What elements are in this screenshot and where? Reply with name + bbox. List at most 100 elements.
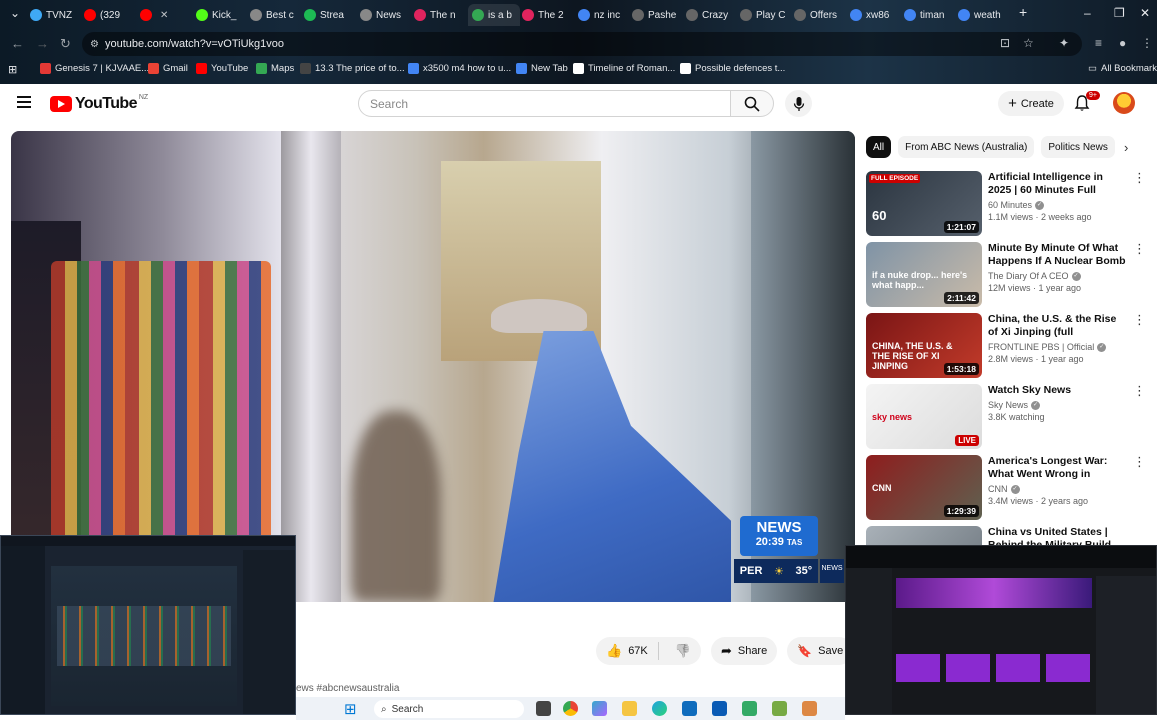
bookmark-star-icon[interactable]: ☆	[1023, 36, 1034, 50]
tab-search-icon[interactable]: ⌄	[10, 6, 20, 20]
browser-tab[interactable]: Strea	[304, 4, 356, 26]
browser-tab[interactable]: Play C	[740, 4, 792, 26]
bookmark-item[interactable]: Possible defences t...	[680, 63, 785, 74]
new-tab-button[interactable]: +	[1019, 4, 1027, 20]
copilot-icon[interactable]	[592, 701, 607, 716]
video-title[interactable]: Watch Sky News	[988, 384, 1128, 397]
url-field[interactable]: ⚙ youtube.com/watch?v=vOTiUkg1voo	[82, 32, 1082, 56]
video-hashtags[interactable]: ews #abcnewsaustralia	[296, 683, 399, 694]
more-options-icon[interactable]: ⋮	[1133, 384, 1146, 397]
filter-chip[interactable]: All	[866, 136, 892, 158]
reload-icon[interactable]: ↻	[60, 36, 71, 52]
bookmark-item[interactable]: Gmail	[148, 63, 188, 74]
profile-icon[interactable]: ●	[1119, 36, 1126, 50]
recommended-video[interactable]: sky news LIVE Watch Sky News Sky News ✓ 3.8K …	[866, 384, 1148, 450]
video-thumbnail[interactable]: CHINA, THE U.S. & THE RISE OF XI JINPING…	[866, 313, 982, 378]
bookmark-item[interactable]: Timeline of Roman...	[573, 63, 675, 74]
browser-tab[interactable]: nz inc	[578, 4, 630, 26]
voice-search-button[interactable]	[785, 90, 812, 117]
video-thumbnail[interactable]: sky news LIVE	[866, 384, 982, 449]
site-info-icon[interactable]: ⚙	[90, 39, 99, 50]
minimize-button[interactable]: –	[1084, 6, 1091, 20]
store-icon[interactable]	[712, 701, 727, 716]
video-thumbnail[interactable]: if a nuke drop... here's what happ... 2:1…	[866, 242, 982, 307]
dislike-button[interactable]: 👎	[665, 643, 701, 659]
recommended-video[interactable]: China vs United States | Behind the Mili…	[866, 526, 1148, 546]
channel-name[interactable]: Sky News	[988, 400, 1028, 410]
recommended-video[interactable]: if a nuke drop... here's what happ... 2:1…	[866, 242, 1148, 308]
browser-tab[interactable]: Pashe	[632, 4, 684, 26]
close-tab-icon[interactable]: ✕	[160, 10, 168, 21]
recommended-video[interactable]: CNN 1:29:39 America's Longest War: What We…	[866, 455, 1148, 521]
browser-tab[interactable]: The 2	[522, 4, 574, 26]
browser-menu-icon[interactable]: ⋮	[1141, 36, 1153, 50]
chrome-icon[interactable]	[563, 701, 578, 716]
chevron-right-icon[interactable]: ›	[1124, 140, 1128, 155]
video-title[interactable]: China, the U.S. & the Rise of Xi Jinping…	[988, 313, 1128, 339]
browser-tab[interactable]: TVNZ	[30, 4, 82, 26]
all-bookmarks[interactable]: ▭ All Bookmarks	[1088, 63, 1157, 74]
more-options-icon[interactable]: ⋮	[1133, 455, 1146, 468]
recommended-video[interactable]: 60 FULL EPISODE 1:21:07 Artificial Intellig…	[866, 171, 1148, 237]
channel-name[interactable]: The Diary Of A CEO	[988, 271, 1069, 281]
install-app-icon[interactable]: ⊡	[1000, 36, 1010, 50]
account-avatar[interactable]	[1113, 92, 1135, 114]
app-icon-3[interactable]	[802, 701, 817, 716]
browser-tab[interactable]: Kick_	[196, 4, 248, 26]
browser-tab[interactable]: is a b	[468, 4, 520, 26]
browser-tab[interactable]: Best c	[250, 4, 302, 26]
edge-icon[interactable]	[652, 701, 667, 716]
search-input[interactable]: Search	[358, 90, 731, 117]
overlay-window-kick[interactable]	[845, 545, 1157, 715]
channel-name[interactable]: CNN	[988, 484, 1008, 494]
overlay-window-dashboard[interactable]	[0, 535, 296, 715]
like-button[interactable]: 👍 67K	[596, 642, 659, 660]
taskbar-search[interactable]: ⌕ Search	[374, 700, 524, 718]
more-options-icon[interactable]: ⋮	[1133, 171, 1146, 184]
back-arrow-icon[interactable]: ←	[11, 36, 24, 51]
browser-tab[interactable]: timan	[904, 4, 956, 26]
search-button[interactable]	[730, 90, 774, 117]
video-title[interactable]: Artificial Intelligence in 2025 | 60 Min…	[988, 171, 1128, 197]
video-thumbnail[interactable]	[866, 526, 982, 546]
browser-tab[interactable]: Crazy	[686, 4, 738, 26]
recommended-video[interactable]: CHINA, THE U.S. & THE RISE OF XI JINPING…	[866, 313, 1148, 379]
apps-grid-icon[interactable]: ⊞	[8, 63, 17, 76]
mail-icon[interactable]	[682, 701, 697, 716]
more-options-icon[interactable]: ⋮	[1133, 242, 1146, 255]
create-button[interactable]: + Create	[998, 91, 1064, 116]
video-thumbnail[interactable]: 60 FULL EPISODE 1:21:07	[866, 171, 982, 236]
windows-start-icon[interactable]: ⊞	[344, 700, 357, 718]
bookmark-item[interactable]: New Tab	[516, 63, 568, 74]
bookmark-item[interactable]: Genesis 7 | KJVAAE...	[40, 63, 149, 74]
browser-tab[interactable]: xw86	[850, 4, 902, 26]
video-player[interactable]: NEWS 20:39 TAS PER ☀ 35° NEWS	[11, 131, 855, 602]
task-view-icon[interactable]	[536, 701, 551, 716]
filter-chip[interactable]: Politics News	[1041, 136, 1115, 158]
share-button[interactable]: ➦ Share	[710, 637, 778, 665]
close-window-button[interactable]: ✕	[1140, 6, 1150, 20]
video-thumbnail[interactable]: CNN 1:29:39	[866, 455, 982, 520]
more-options-icon[interactable]: ⋮	[1133, 313, 1146, 326]
filter-chip[interactable]: From ABC News (Australia)	[898, 136, 1035, 158]
browser-tab[interactable]: The n	[414, 4, 466, 26]
forward-arrow-icon[interactable]: →	[36, 36, 49, 51]
bookmark-item[interactable]: YouTube	[196, 63, 248, 74]
menu-icon[interactable]	[17, 96, 31, 108]
browser-tab[interactable]: News	[360, 4, 412, 26]
video-title[interactable]: China vs United States | Behind the Mili…	[988, 526, 1128, 546]
channel-name[interactable]: 60 Minutes	[988, 200, 1032, 210]
video-title[interactable]: America's Longest War: What Went Wrong i…	[988, 455, 1128, 481]
video-title[interactable]: Minute By Minute Of What Happens If A Nu…	[988, 242, 1128, 268]
downloads-icon[interactable]: ≡	[1095, 36, 1102, 50]
save-button[interactable]: 🔖 Save	[787, 637, 854, 665]
file-explorer-icon[interactable]	[622, 701, 637, 716]
bookmark-item[interactable]: Maps	[256, 63, 294, 74]
browser-tab[interactable]: (329	[84, 4, 136, 26]
app-icon[interactable]	[742, 701, 757, 716]
browser-tab[interactable]: ✕	[140, 4, 192, 26]
bookmark-item[interactable]: x3500 m4 how to u...	[408, 63, 511, 74]
browser-tab[interactable]: weath	[958, 4, 1010, 26]
browser-tab[interactable]: Offers	[794, 4, 846, 26]
extensions-icon[interactable]: ✦	[1059, 36, 1069, 50]
